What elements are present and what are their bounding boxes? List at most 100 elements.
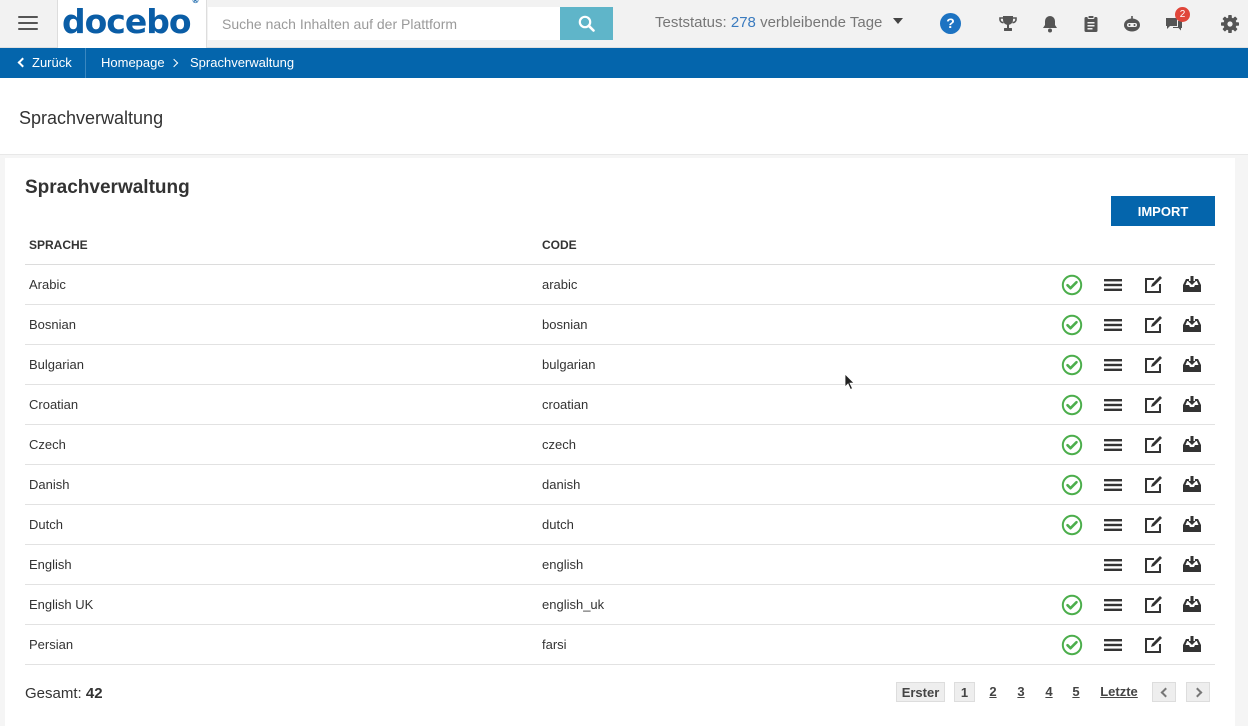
list-icon[interactable] bbox=[1102, 554, 1124, 576]
edit-icon[interactable] bbox=[1142, 354, 1164, 376]
edit-icon[interactable] bbox=[1142, 274, 1164, 296]
trial-suffix: verbleibende Tage bbox=[760, 14, 883, 31]
active-check-icon[interactable] bbox=[1061, 314, 1083, 336]
table-row: Czech czech bbox=[25, 425, 1215, 465]
list-icon[interactable] bbox=[1102, 314, 1124, 336]
chevron-left-icon bbox=[17, 57, 28, 68]
gear-icon[interactable] bbox=[1219, 13, 1241, 35]
language-name: Bosnian bbox=[29, 317, 76, 332]
language-table-body: Arabic arabic Bosnian bosnian Bulgarian bulga… bbox=[25, 265, 1215, 665]
download-icon[interactable] bbox=[1181, 514, 1203, 536]
table-row: Persian farsi bbox=[25, 625, 1215, 665]
edit-icon[interactable] bbox=[1142, 434, 1164, 456]
pagination-page-1[interactable]: 1 bbox=[954, 682, 975, 702]
pagination-page-5[interactable]: 5 bbox=[1069, 682, 1083, 702]
active-check-icon[interactable] bbox=[1061, 394, 1083, 416]
download-icon[interactable] bbox=[1181, 354, 1203, 376]
language-name: Persian bbox=[29, 637, 74, 652]
trial-days: 278 bbox=[730, 14, 756, 31]
table-row: Bulgarian bulgarian bbox=[25, 345, 1215, 385]
download-icon[interactable] bbox=[1181, 434, 1203, 456]
edit-icon[interactable] bbox=[1142, 394, 1164, 416]
language-name: Dutch bbox=[29, 517, 63, 532]
language-name: Arabic bbox=[29, 277, 66, 292]
download-icon[interactable] bbox=[1181, 554, 1203, 576]
pagination-page-4[interactable]: 4 bbox=[1042, 682, 1056, 702]
language-code: farsi bbox=[542, 637, 567, 652]
chevron-left-icon bbox=[1160, 687, 1170, 698]
bot-icon[interactable] bbox=[1121, 13, 1143, 35]
download-icon[interactable] bbox=[1181, 474, 1203, 496]
trial-status-dropdown[interactable]: Teststatus: 278 verbleibende Tage bbox=[655, 14, 903, 31]
page-header: Sprachverwaltung bbox=[0, 78, 1248, 155]
language-name: English bbox=[29, 557, 72, 572]
active-check-icon[interactable] bbox=[1061, 274, 1083, 296]
table-row: Danish danish bbox=[25, 465, 1215, 505]
search-icon bbox=[578, 15, 595, 32]
download-icon[interactable] bbox=[1181, 314, 1203, 336]
table-row: Arabic arabic bbox=[25, 265, 1215, 305]
language-name: Bulgarian bbox=[29, 357, 84, 372]
active-check-icon[interactable] bbox=[1061, 434, 1083, 456]
search-input[interactable] bbox=[208, 7, 560, 40]
table-row: Dutch dutch bbox=[25, 505, 1215, 545]
language-code: danish bbox=[542, 477, 581, 492]
active-check-icon[interactable] bbox=[1061, 354, 1083, 376]
language-code: bosnian bbox=[542, 317, 588, 332]
list-icon[interactable] bbox=[1102, 394, 1124, 416]
download-icon[interactable] bbox=[1181, 594, 1203, 616]
breadcrumb: Zurück Homepage Sprachverwaltung bbox=[0, 48, 1248, 78]
list-icon[interactable] bbox=[1102, 594, 1124, 616]
list-icon[interactable] bbox=[1102, 354, 1124, 376]
trophy-icon[interactable] bbox=[997, 13, 1019, 35]
chevron-right-icon bbox=[169, 58, 179, 68]
list-icon[interactable] bbox=[1102, 434, 1124, 456]
list-icon[interactable] bbox=[1102, 634, 1124, 656]
docebo-logo[interactable]: docebo® bbox=[62, 0, 200, 41]
edit-icon[interactable] bbox=[1142, 594, 1164, 616]
pagination-first-button[interactable]: Erster bbox=[896, 682, 945, 702]
messages-badge: 2 bbox=[1175, 7, 1190, 22]
help-icon[interactable]: ? bbox=[940, 13, 961, 34]
breadcrumb-current: Sprachverwaltung bbox=[190, 55, 295, 70]
download-icon[interactable] bbox=[1181, 394, 1203, 416]
panel-title: Sprachverwaltung bbox=[25, 177, 190, 198]
active-check-icon[interactable] bbox=[1061, 594, 1083, 616]
active-check-icon[interactable] bbox=[1061, 634, 1083, 656]
column-header-language[interactable]: SPRACHE bbox=[29, 238, 88, 252]
language-code: czech bbox=[542, 437, 576, 452]
back-button[interactable]: Zurück bbox=[0, 48, 86, 78]
import-button[interactable]: IMPORT bbox=[1111, 196, 1215, 226]
edit-icon[interactable] bbox=[1142, 474, 1164, 496]
language-name: English UK bbox=[29, 597, 94, 612]
pagination-page-3[interactable]: 3 bbox=[1014, 682, 1028, 702]
logo-container[interactable]: docebo® bbox=[57, 0, 207, 48]
pagination-page-2[interactable]: 2 bbox=[986, 682, 1000, 702]
download-icon[interactable] bbox=[1181, 634, 1203, 656]
edit-icon[interactable] bbox=[1142, 314, 1164, 336]
list-icon[interactable] bbox=[1102, 514, 1124, 536]
search-button[interactable] bbox=[560, 7, 613, 40]
list-icon[interactable] bbox=[1102, 274, 1124, 296]
mouse-cursor-icon bbox=[844, 373, 856, 391]
chevron-right-icon bbox=[1192, 687, 1202, 698]
edit-icon[interactable] bbox=[1142, 634, 1164, 656]
caret-down-icon bbox=[892, 18, 903, 25]
language-code: croatian bbox=[542, 397, 589, 412]
edit-icon[interactable] bbox=[1142, 514, 1164, 536]
clipboard-icon[interactable] bbox=[1080, 13, 1102, 35]
download-icon[interactable] bbox=[1181, 274, 1203, 296]
bell-icon[interactable] bbox=[1039, 13, 1061, 35]
pagination-prev-button[interactable] bbox=[1152, 682, 1176, 702]
trial-label: Teststatus: bbox=[655, 14, 727, 31]
language-code: bulgarian bbox=[542, 357, 596, 372]
pagination-next-button[interactable] bbox=[1186, 682, 1210, 702]
column-header-code[interactable]: CODE bbox=[542, 238, 577, 252]
edit-icon[interactable] bbox=[1142, 554, 1164, 576]
menu-icon[interactable] bbox=[18, 16, 38, 32]
active-check-icon[interactable] bbox=[1061, 474, 1083, 496]
breadcrumb-home-link[interactable]: Homepage bbox=[101, 48, 165, 78]
active-check-icon[interactable] bbox=[1061, 514, 1083, 536]
list-icon[interactable] bbox=[1102, 474, 1124, 496]
pagination-last-button[interactable]: Letzte bbox=[1099, 682, 1139, 702]
